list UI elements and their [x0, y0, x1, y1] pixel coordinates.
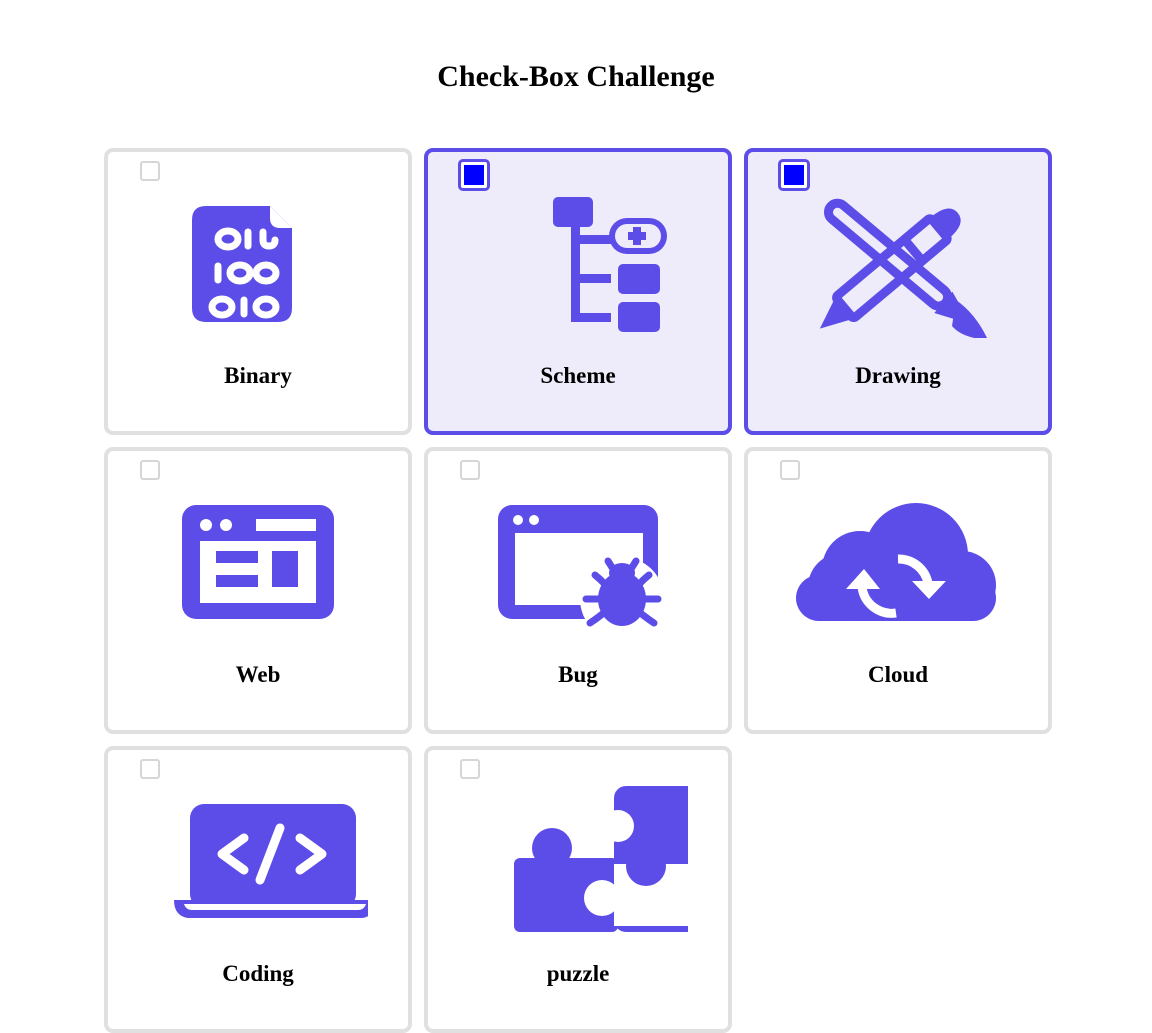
card-label: Coding — [222, 961, 294, 986]
puzzle-icon — [468, 786, 688, 936]
web-browser-icon — [148, 487, 368, 637]
card-checkbox[interactable] — [460, 759, 480, 779]
card-label: Binary — [224, 363, 292, 388]
card-scheme[interactable]: Scheme — [424, 148, 732, 435]
pencil-brush-icon — [788, 188, 1008, 338]
card-bug[interactable]: Bug — [424, 447, 732, 734]
cloud-sync-icon — [788, 487, 1008, 637]
binary-file-icon — [148, 188, 368, 338]
card-checkbox[interactable] — [780, 460, 800, 480]
card-web[interactable]: Web — [104, 447, 412, 734]
card-checkbox[interactable] — [140, 759, 160, 779]
card-checkbox[interactable] — [140, 161, 160, 181]
laptop-code-icon — [148, 786, 368, 936]
card-checkbox[interactable] — [778, 159, 810, 191]
card-cloud[interactable]: Cloud — [744, 447, 1052, 734]
card-label: Scheme — [540, 363, 616, 388]
card-checkbox[interactable] — [458, 159, 490, 191]
card-puzzle[interactable]: puzzle — [424, 746, 732, 1033]
card-grid: Binary Scheme Drawing Web Bug Cloud Codi… — [104, 148, 1052, 1033]
card-checkbox[interactable] — [140, 460, 160, 480]
card-checkbox[interactable] — [460, 460, 480, 480]
card-drawing[interactable]: Drawing — [744, 148, 1052, 435]
card-coding[interactable]: Coding — [104, 746, 412, 1033]
card-label: Cloud — [867, 662, 929, 687]
card-label: Bug — [558, 662, 598, 687]
page-title: Check-Box Challenge — [437, 60, 715, 93]
card-label: puzzle — [546, 961, 610, 986]
scheme-tree-icon — [468, 188, 688, 338]
card-label: Web — [235, 662, 281, 687]
card-label: Drawing — [855, 363, 941, 388]
card-binary[interactable]: Binary — [104, 148, 412, 435]
bug-window-icon — [468, 487, 688, 637]
